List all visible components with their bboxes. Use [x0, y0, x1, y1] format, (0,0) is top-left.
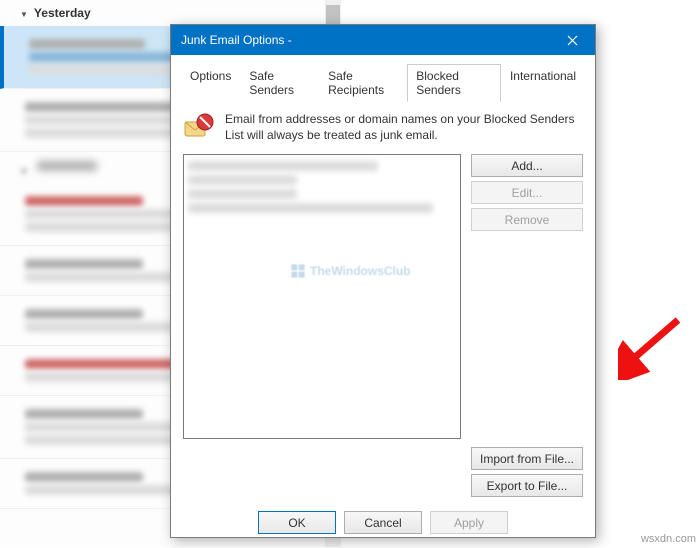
remove-button[interactable]: Remove [471, 208, 583, 231]
tab-content: Email from addresses or domain names on … [171, 102, 595, 497]
tab-strip: Options Safe Senders Safe Recipients Blo… [171, 55, 595, 102]
tab-options[interactable]: Options [181, 64, 240, 102]
ok-button[interactable]: OK [258, 511, 336, 534]
close-button[interactable] [550, 25, 595, 55]
edit-button[interactable]: Edit... [471, 181, 583, 204]
junk-mail-icon [183, 112, 215, 144]
annotation-arrow-icon [618, 310, 688, 380]
dialog-title: Junk Email Options - [181, 33, 550, 47]
close-icon [567, 35, 578, 46]
dialog-action-buttons: OK Cancel Apply [171, 497, 595, 548]
tab-safe-recipients[interactable]: Safe Recipients [319, 64, 407, 102]
export-to-file-button[interactable]: Export to File... [471, 474, 583, 497]
junk-email-options-dialog: Junk Email Options - Options Safe Sender… [170, 24, 596, 538]
group-header-yesterday[interactable]: Yesterday [0, 0, 339, 26]
image-credit: wsxdn.com [641, 533, 696, 545]
tab-safe-senders[interactable]: Safe Senders [240, 64, 319, 102]
tab-international[interactable]: International [501, 64, 585, 102]
blocked-senders-listbox[interactable] [183, 154, 461, 439]
apply-button[interactable]: Apply [430, 511, 508, 534]
titlebar: Junk Email Options - [171, 25, 595, 55]
add-button[interactable]: Add... [471, 154, 583, 177]
import-from-file-button[interactable]: Import from File... [471, 447, 583, 470]
description-text: Email from addresses or domain names on … [225, 112, 583, 144]
tab-blocked-senders[interactable]: Blocked Senders [407, 64, 501, 102]
cancel-button[interactable]: Cancel [344, 511, 422, 534]
